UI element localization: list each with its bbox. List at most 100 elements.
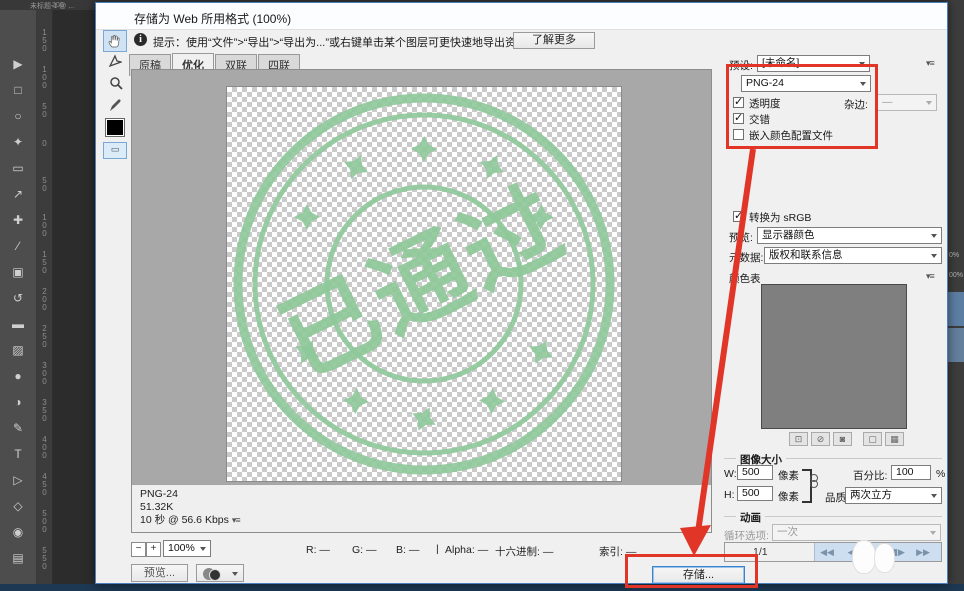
transparency-label: 透明度 [749,96,781,111]
transparency-checkbox[interactable] [733,97,744,108]
ruler-mark: 450 [40,472,49,496]
index-value: — [626,546,637,558]
info-size: 51.32K [140,501,711,514]
interlaced-checkbox[interactable] [733,113,744,124]
lock-color-button[interactable]: ◙ [833,432,852,446]
stamp-star [411,136,437,162]
frame-indicator: 1/1 [753,546,768,558]
delete-color-button[interactable]: ▦ [885,432,904,446]
learn-more-button[interactable]: 了解更多 [513,32,595,49]
chevron-down-icon [859,62,865,66]
magnifier-icon [109,76,123,90]
percent-label: 百分比: [853,468,887,483]
loop-options-select[interactable]: 一次 [772,524,941,541]
color-table-menu-icon[interactable]: ▾≡ [926,271,934,282]
tool-icon: ✚ [0,208,36,233]
info-time: 10 秒 @ 56.6 Kbps ▾≡ [140,514,711,527]
ruler-mark: 100 [40,213,49,237]
toggle-slices-visibility-button[interactable]: ▭ [103,142,127,159]
first-frame-button[interactable]: ◀◀ [815,543,839,561]
preview-in-browser-button[interactable]: 预览... [131,564,188,582]
ruler-mark: 550 [40,546,49,570]
tool-icon: ● [0,364,36,389]
preset-select[interactable]: [未命名] [757,55,870,72]
r-readout: R: — [306,544,330,556]
format-select[interactable]: PNG-24 [741,75,871,92]
alpha-value: — [478,544,489,556]
tool-icon: ✎ [0,416,36,441]
stamp-star [475,150,509,184]
tool-icon: ▨ [0,338,36,363]
photoshop-statusbar [0,584,964,591]
chevron-down-icon [232,572,238,576]
tool-icon: ◑ [0,390,36,415]
ruler-mark: 350 [40,398,49,422]
zoom-level-select[interactable]: 100% [163,540,211,557]
embed-profile-checkbox[interactable] [733,129,744,140]
ruler-mark: 300 [40,361,49,385]
preview-select[interactable]: 显示器颜色 [757,227,942,244]
ruler-mark: 200 [40,287,49,311]
chevron-down-icon [200,547,206,551]
info-format: PNG-24 [140,488,711,501]
eyedropper-color-swatch[interactable] [105,118,125,137]
eyedropper-tool-button[interactable] [106,97,126,115]
quality-value: 两次立方 [850,489,892,501]
chain-link-icon [810,480,818,488]
zoom-tool-button[interactable] [106,75,126,93]
alpha-readout: Alpha: — [445,544,488,556]
preset-value: [未命名] [762,57,799,69]
stamp-image[interactable]: 已通过 [227,87,621,481]
metadata-select[interactable]: 版权和联系信息 [764,247,942,264]
ruler-mark: 150 [40,250,49,274]
embed-profile-label: 嵌入颜色配置文件 [749,128,833,143]
slice-select-tool-button[interactable] [105,53,125,71]
zoom-out-button[interactable]: − [131,542,146,557]
save-button[interactable]: 存储... [652,566,745,584]
ruler-mark: 250 [40,324,49,348]
height-unit: 像素 [778,489,799,504]
ruler-mark: 50 [40,176,49,192]
hand-icon [107,33,123,49]
stamp-star [407,402,442,437]
matte-label: 杂边: [844,97,868,112]
percent-input[interactable]: 100 [891,465,931,480]
quality-select[interactable]: 两次立方 [845,487,942,504]
cursor-artifact [874,543,895,573]
fill-fragment: 00% [949,272,963,279]
panel-menu-icon[interactable]: ▾≡ [926,58,934,69]
ruler-mark: 0 [40,139,49,147]
matte-value: — [882,96,893,108]
height-input[interactable]: 500 [737,486,773,501]
hand-tool-button[interactable] [103,30,127,52]
layer-row-fragment [948,328,964,362]
b-readout: B: — [396,544,419,556]
photoshop-toolbar: ▶□○✦▭↗✚∕▣↺▬▨●◑✎T▷◇◉▤ [0,10,37,591]
hex-value: — [543,546,554,558]
color-table-title: 颜色表 [729,271,761,286]
loop-options-label: 循环选项: [724,528,769,543]
height-label: H: [724,489,735,501]
tool-icon: □ [0,78,36,103]
index-label: 索引: [599,546,623,558]
last-frame-button[interactable]: ▶▶ [911,543,935,561]
tool-icon: ▬ [0,312,36,337]
info-menu-icon[interactable]: ▾≡ [232,515,240,525]
zoom-in-button[interactable]: + [146,542,161,557]
convert-srgb-checkbox[interactable] [733,211,744,222]
snap-to-web-palette-button[interactable]: ⊡ [789,432,808,446]
metadata-value: 版权和联系信息 [769,249,843,261]
preview-canvas[interactable]: 已通过 [132,70,711,484]
width-input[interactable]: 500 [737,465,773,480]
format-value: PNG-24 [746,77,784,89]
new-color-button[interactable]: ▢ [863,432,882,446]
tool-icon: ✦ [0,130,36,155]
tool-icon: T [0,442,36,467]
tip-text: 提示：使用“文件”>“导出”>“导出为...”或右键单击某个图层可更快速地导出资… [153,34,527,50]
map-transparency-button[interactable]: ⊘ [811,432,830,446]
ruler-mark: 100 [40,65,49,89]
matte-select[interactable]: — [877,94,937,111]
tool-icon: ↺ [0,286,36,311]
browser-select-combo[interactable] [196,564,244,582]
loop-options-value: 一次 [777,526,798,538]
